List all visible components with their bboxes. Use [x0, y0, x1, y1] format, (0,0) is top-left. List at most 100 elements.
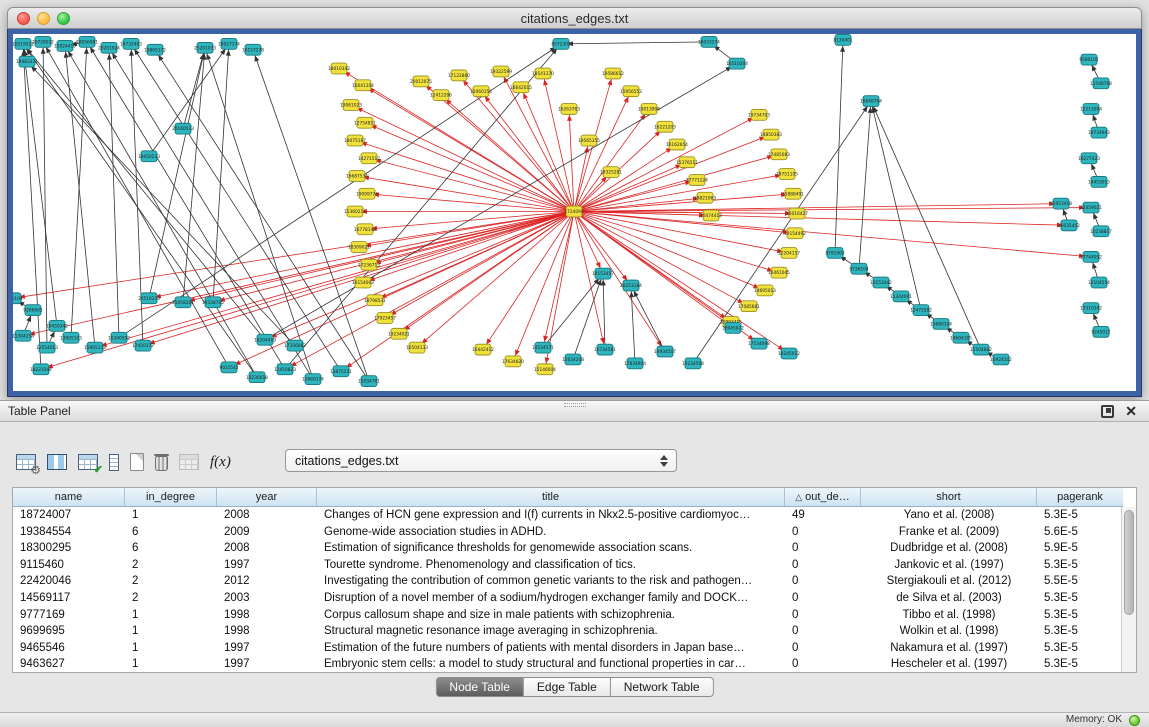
graph-node[interactable]: 18821063: [694, 192, 716, 203]
graph-node[interactable]: 9736104: [849, 263, 868, 274]
graph-node[interactable]: 17923457: [374, 313, 396, 324]
graph-node[interactable]: 16277423: [1078, 153, 1100, 164]
table-scrollbar[interactable]: [1121, 507, 1136, 672]
cell-pagerank[interactable]: 5.3E-5: [1037, 557, 1123, 574]
table-row[interactable]: 1830029562008Estimation of significance …: [13, 540, 1123, 557]
graph-node[interactable]: 9015542: [219, 362, 238, 373]
graph-edge[interactable]: [543, 274, 603, 348]
graph-edge[interactable]: [631, 285, 635, 363]
cell-short[interactable]: Nakamura et al. (1997): [861, 640, 1037, 657]
graph-node[interactable]: 14534571: [532, 342, 554, 353]
graph-edge[interactable]: [561, 42, 709, 44]
graph-node[interactable]: 16041204: [352, 80, 374, 91]
graph-node[interactable]: 16157278: [242, 44, 264, 55]
graph-edge[interactable]: [574, 208, 1091, 212]
panel-resize-grip[interactable]: [564, 403, 586, 407]
graph-node[interactable]: 20728032: [32, 36, 54, 47]
graph-edge[interactable]: [131, 44, 341, 371]
graph-node[interactable]: 15634208: [562, 354, 584, 365]
graph-edge[interactable]: [13, 212, 574, 299]
cell-in_degree[interactable]: 2: [125, 573, 217, 590]
cell-short[interactable]: Jankovic et al. (1997): [861, 557, 1037, 574]
cell-out_degree[interactable]: 49: [785, 507, 861, 524]
graph-edge[interactable]: [859, 101, 871, 269]
graph-node[interactable]: 12660174: [302, 374, 324, 385]
graph-node[interactable]: 19734943: [1088, 127, 1110, 138]
graph-edge[interactable]: [357, 176, 574, 212]
graph-node[interactable]: 16461045: [768, 267, 790, 278]
graph-edge[interactable]: [265, 212, 574, 340]
graph-node[interactable]: 16734581: [594, 344, 616, 355]
graph-edge[interactable]: [501, 71, 574, 211]
graph-node[interactable]: 16648794: [860, 96, 882, 107]
graph-edge[interactable]: [149, 44, 229, 156]
graph-node[interactable]: 12475582: [910, 305, 932, 316]
graph-node[interactable]: 19483371: [16, 56, 38, 67]
cell-year[interactable]: 2012: [217, 573, 317, 590]
table-row[interactable]: 1456911722003Disruption of a novel membe…: [13, 590, 1123, 607]
graph-node[interactable]: 20160533: [172, 123, 194, 134]
cell-pagerank[interactable]: 5.3E-5: [1037, 607, 1123, 624]
graph-node[interactable]: 11344091: [890, 291, 912, 302]
cell-pagerank[interactable]: 5.3E-5: [1037, 640, 1123, 657]
graph-edge[interactable]: [71, 42, 87, 338]
cell-short[interactable]: Hescheler et al. (1997): [861, 656, 1037, 673]
cell-year[interactable]: 1997: [217, 656, 317, 673]
graph-node[interactable]: 16519522: [13, 38, 34, 49]
cell-short[interactable]: Yano et al. (2008): [861, 507, 1037, 524]
cell-pagerank[interactable]: 5.3E-5: [1037, 656, 1123, 673]
table-row[interactable]: 946554611997Estimation of the future num…: [13, 640, 1123, 657]
graph-node[interactable]: 16945022: [722, 322, 744, 333]
graph-node[interactable]: 16263763: [558, 104, 580, 115]
graph-edge[interactable]: [574, 212, 789, 253]
graph-node[interactable]: 12754811: [354, 117, 376, 128]
graph-node[interactable]: 18325281: [600, 167, 622, 178]
graph-node[interactable]: 16642015: [510, 82, 532, 93]
graph-edge[interactable]: [574, 109, 649, 212]
column-header-out-degree[interactable]: △out_de…: [785, 488, 861, 506]
graph-edge[interactable]: [23, 212, 574, 336]
graph-node[interactable]: 13680104: [930, 319, 952, 330]
cell-pagerank[interactable]: 5.3E-5: [1037, 507, 1123, 524]
cell-name[interactable]: 9699695: [13, 623, 125, 640]
graph-edge[interactable]: [574, 212, 665, 352]
cell-year[interactable]: 1997: [217, 557, 317, 574]
cell-title[interactable]: Genome-wide association studies in ADHD.: [317, 524, 785, 541]
graph-node[interactable]: 17236713: [358, 259, 380, 270]
graph-node[interactable]: 16778148: [354, 224, 376, 235]
graph-node[interactable]: 16016427: [786, 208, 808, 219]
graph-node[interactable]: 17485083: [768, 149, 790, 160]
cell-in_degree[interactable]: 2: [125, 590, 217, 607]
graph-node[interactable]: 15146004: [534, 364, 556, 375]
graph-node[interactable]: 19865172: [144, 44, 166, 55]
cell-name[interactable]: 9777169: [13, 607, 125, 624]
function-builder-button[interactable]: f(x): [210, 454, 231, 471]
graph-node[interactable]: 16204419: [254, 334, 276, 345]
cell-name[interactable]: 9465546: [13, 640, 125, 657]
graph-node[interactable]: 15953418: [1050, 198, 1072, 209]
graph-node[interactable]: 19099774: [356, 188, 378, 199]
graph-node[interactable]: 15360211: [344, 206, 366, 217]
graph-node[interactable]: 19061023: [340, 100, 362, 111]
graph-edge[interactable]: [574, 212, 789, 354]
close-panel-icon[interactable]: ✕: [1125, 401, 1137, 422]
graph-node[interactable]: 20510233: [138, 293, 160, 304]
cell-year[interactable]: 2009: [217, 524, 317, 541]
cell-pagerank[interactable]: 5.5E-5: [1037, 573, 1123, 590]
graph-edge[interactable]: [513, 212, 574, 362]
graph-node[interactable]: 19450233: [138, 151, 160, 162]
select-columns-button[interactable]: [47, 454, 67, 470]
graph-node[interactable]: 18751105: [776, 169, 798, 180]
graph-node[interactable]: 19153457: [592, 268, 614, 279]
graph-node[interactable]: 18245012: [778, 348, 800, 359]
graph-node[interactable]: 14732403: [120, 38, 142, 49]
graph-node[interactable]: 19154492: [784, 228, 806, 239]
graph-node[interactable]: 19322599: [490, 66, 512, 77]
cell-out_degree[interactable]: 0: [785, 590, 861, 607]
graph-node[interactable]: 9590102: [1079, 54, 1098, 65]
graph-node[interactable]: 19234508: [682, 358, 704, 369]
graph-node[interactable]: 15905133: [84, 342, 106, 353]
graph-edge[interactable]: [574, 174, 787, 211]
cell-out_degree[interactable]: 0: [785, 623, 861, 640]
graph-node[interactable]: 15888491: [782, 188, 804, 199]
